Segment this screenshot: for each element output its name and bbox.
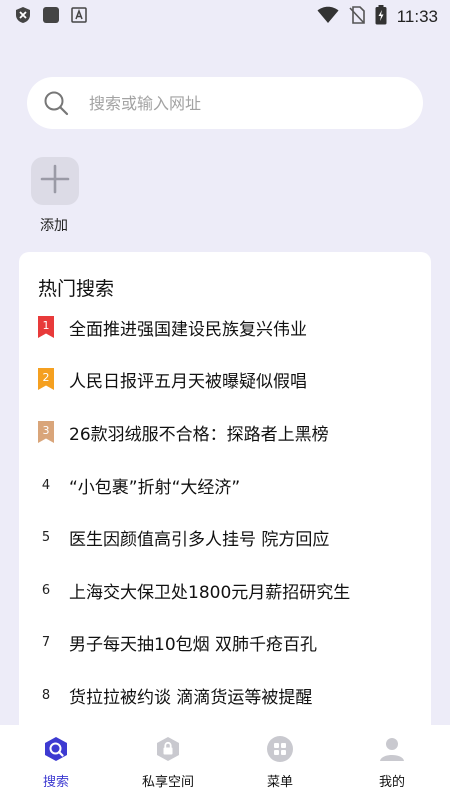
svg-text:2: 2: [43, 371, 50, 384]
hot-search-text: 医生因颜值高引多人挂号 院方回应: [69, 529, 330, 550]
hot-search-item[interactable]: 4 “小包裹”折射“大经济”: [19, 465, 431, 505]
hot-search-text: 上海交大保卫处1800元月薪招研究生: [69, 582, 351, 603]
nav-search[interactable]: 搜索: [16, 725, 96, 800]
nav-menu-label: 菜单: [266, 775, 293, 790]
rank-number: 4: [41, 477, 51, 493]
hot-search-item[interactable]: 6 上海交大保卫处1800元月薪招研究生: [19, 570, 431, 610]
rank-number: 8: [41, 687, 51, 703]
battery-charging-icon: [375, 5, 387, 29]
nav-search-label: 搜索: [42, 775, 69, 790]
lock-icon: [154, 735, 182, 763]
hot-search-text: 货拉拉被约谈 滴滴货运等被提醒: [69, 687, 313, 708]
hot-search-text: 人民日报评五月天被曝疑似假唱: [69, 371, 307, 392]
hot-search-card: 热门搜索 1 全面推进强国建设民族复兴伟业 2 人民日报评五月天被曝疑似假唱 3…: [19, 252, 431, 772]
hot-search-item[interactable]: 3 26款羽绒服不合格：探路者上黑榜: [19, 412, 431, 452]
nav-mine[interactable]: 我的: [352, 725, 432, 800]
nav-mine-label: 我的: [378, 775, 405, 790]
rank-2-badge: 2: [37, 367, 55, 391]
font-a-icon: [70, 6, 88, 24]
rank-number: 5: [41, 529, 51, 545]
hot-search-item[interactable]: 8 货拉拉被约谈 滴滴货运等被提醒: [19, 675, 431, 715]
hot-search-item[interactable]: 5 医生因颜值高引多人挂号 院方回应: [19, 517, 431, 557]
search-tab-icon: [42, 735, 70, 763]
rank-number: 6: [41, 582, 51, 598]
status-time: 11:33: [396, 7, 438, 26]
no-sim-icon: [349, 6, 365, 28]
rank-number: 7: [41, 634, 51, 650]
svg-text:1: 1: [43, 319, 50, 332]
svg-text:3: 3: [43, 424, 50, 437]
add-shortcut[interactable]: 添加: [31, 157, 81, 235]
nav-private-space-label: 私享空间: [141, 775, 194, 790]
add-shortcut-label: 添加: [40, 218, 68, 234]
hot-search-item[interactable]: 1 全面推进强国建设民族复兴伟业: [19, 307, 431, 347]
search-input[interactable]: [87, 92, 391, 114]
hot-search-text: “小包裹”折射“大经济”: [69, 477, 241, 498]
app-square-icon: [42, 6, 60, 24]
hot-search-text: 26款羽绒服不合格：探路者上黑榜: [69, 424, 329, 445]
search-bar[interactable]: [27, 77, 423, 129]
user-avatar-icon: [378, 735, 406, 763]
nav-menu[interactable]: 菜单: [240, 725, 320, 800]
grid-menu-icon: [266, 735, 294, 763]
plus-icon: [40, 164, 70, 198]
search-icon: [43, 90, 69, 116]
shield-icon: [14, 6, 32, 24]
nav-private-space[interactable]: 私享空间: [128, 725, 208, 800]
hot-search-item[interactable]: 2 人民日报评五月天被曝疑似假唱: [19, 359, 431, 399]
status-bar: 11:33: [0, 0, 450, 32]
add-shortcut-button[interactable]: [31, 157, 79, 205]
wifi-icon: [317, 6, 339, 28]
rank-1-badge: 1: [37, 315, 55, 339]
bottom-navigation: 搜索 私享空间 菜单 我的: [0, 725, 450, 800]
hot-search-item[interactable]: 7 男子每天抽10包烟 双肺千疮百孔: [19, 622, 431, 662]
hot-search-text: 男子每天抽10包烟 双肺千疮百孔: [69, 634, 318, 655]
hot-search-title: 热门搜索: [38, 278, 115, 300]
hot-search-text: 全面推进强国建设民族复兴伟业: [69, 319, 307, 340]
rank-3-badge: 3: [37, 420, 55, 444]
